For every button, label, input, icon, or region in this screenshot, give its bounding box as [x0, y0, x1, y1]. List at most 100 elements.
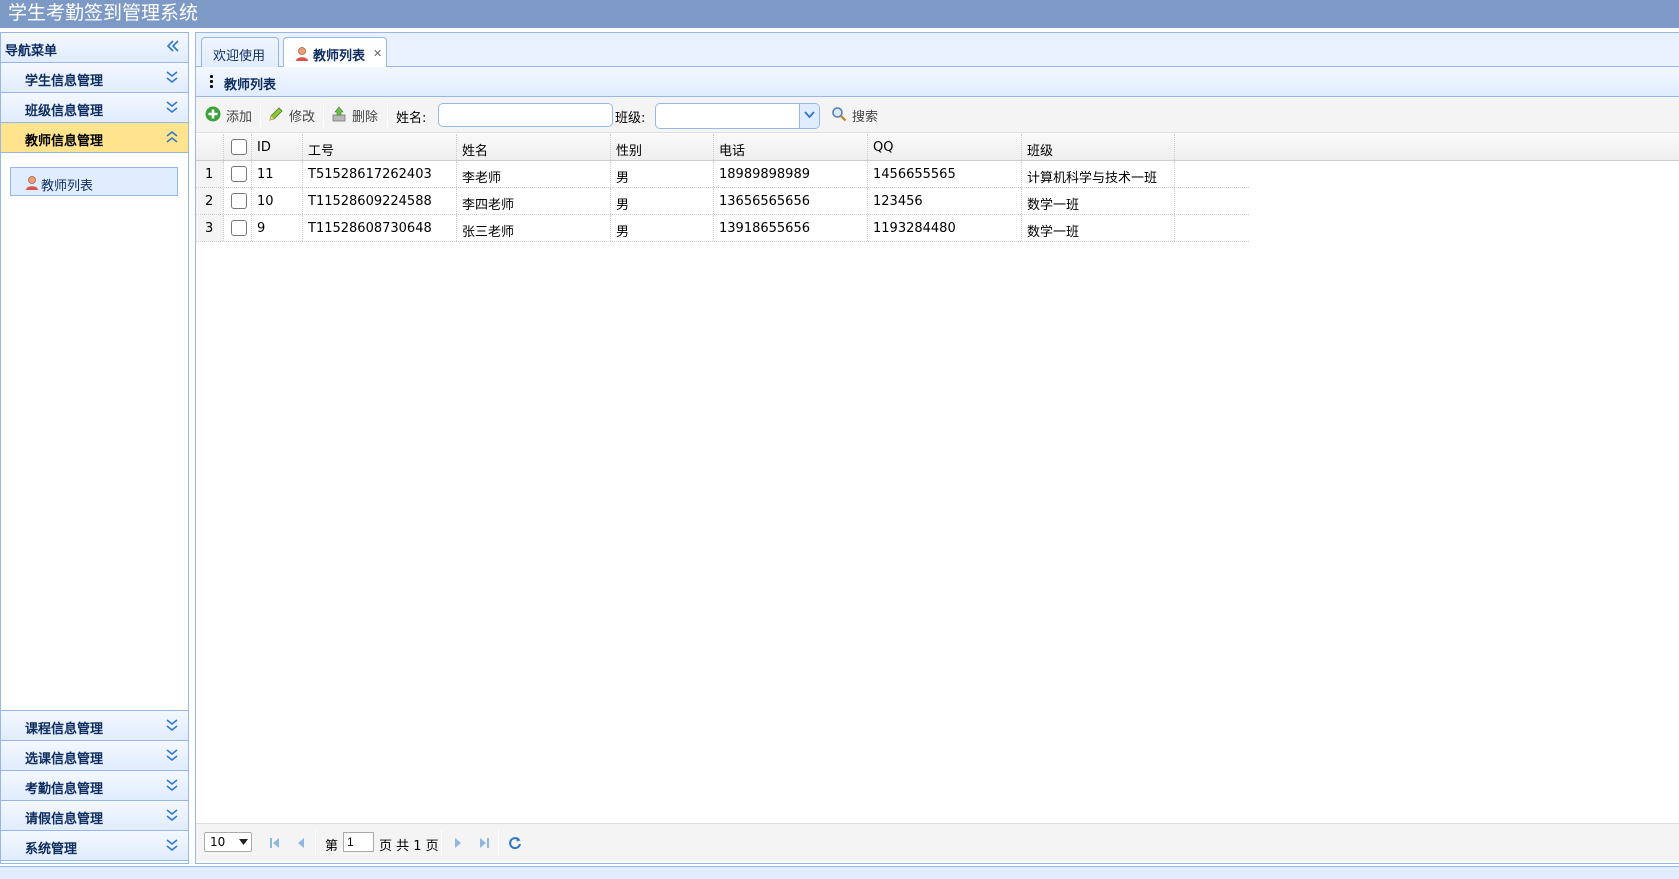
app-header: 学生考勤签到管理系统	[0, 0, 1679, 28]
name-label: 姓名:	[396, 111, 427, 126]
class-select[interactable]	[655, 103, 820, 129]
name-input[interactable]	[438, 103, 613, 127]
table-cell: 男	[611, 161, 714, 187]
menu-selection-info[interactable]: 选课信息管理	[1, 741, 188, 771]
delete-icon	[332, 106, 346, 122]
menu-label: 教师信息管理	[25, 134, 104, 149]
menu-system[interactable]: 系统管理	[1, 831, 188, 861]
search-icon	[832, 107, 847, 122]
edit-icon	[269, 107, 283, 121]
select-all-checkbox[interactable]	[231, 139, 247, 155]
table-row[interactable]: 2 10 T11528609224588 李四老师 男 13656565656 …	[196, 188, 1249, 215]
refresh-icon[interactable]	[508, 836, 522, 850]
table-cell: 18989898989	[714, 161, 868, 187]
teacher-menu-body: 教师列表	[1, 153, 188, 711]
double-chevron-left-icon[interactable]	[166, 39, 180, 56]
table-cell: 数学一班	[1022, 188, 1175, 214]
table-cell: T51528617262403	[303, 161, 457, 187]
row-checkbox[interactable]	[231, 220, 247, 236]
close-icon[interactable]: ✕	[373, 47, 382, 60]
table-cell: 1193284480	[868, 215, 1022, 241]
panel-header: 教师列表	[196, 67, 1679, 97]
table-cell: 123456	[868, 188, 1022, 214]
menu-student-info[interactable]: 学生信息管理	[1, 63, 188, 93]
chevron-down-icon	[239, 839, 248, 845]
search-label: 搜索	[852, 110, 879, 125]
delete-label: 删除	[352, 110, 379, 125]
menu-label: 请假信息管理	[25, 812, 104, 827]
menu-teacher-info[interactable]: 教师信息管理	[1, 123, 188, 153]
table-cell: 计算机科学与技术一班	[1022, 161, 1175, 187]
row-number: 3	[196, 215, 224, 241]
page-size-select[interactable]: 10	[204, 832, 252, 852]
column-header[interactable]: 姓名	[457, 134, 611, 160]
table-cell: 数学一班	[1022, 215, 1175, 241]
first-page-icon[interactable]	[268, 836, 282, 850]
user-icon	[26, 176, 38, 190]
page-prefix: 第	[325, 839, 339, 854]
page-total-text: 页 共 1 页	[379, 839, 439, 854]
table-cell: T11528608730648	[303, 215, 457, 241]
column-header[interactable]: ID	[252, 134, 303, 160]
column-header[interactable]: 性别	[611, 134, 714, 160]
tree-item-label: 教师列表	[41, 179, 94, 194]
search-button[interactable]: 搜索	[831, 104, 885, 126]
toolbar: 添加 修改 删除 姓名: 班级: 搜索	[196, 97, 1679, 133]
table-row[interactable]: 3 9 T11528608730648 张三老师 男 13918655656 1…	[196, 215, 1249, 242]
double-chevron-down-icon	[166, 101, 178, 113]
main-content: 欢迎使用 教师列表 ✕ 教师列表 添加 修改 删除 姓名: 班级: 搜索 ID …	[195, 32, 1679, 864]
table-cell: 李老师	[457, 161, 611, 187]
table-cell: 13656565656	[714, 188, 868, 214]
prev-page-icon[interactable]	[294, 836, 308, 850]
row-number: 1	[196, 161, 224, 187]
table-cell: 张三老师	[457, 215, 611, 241]
table-cell: 10	[252, 188, 303, 214]
menu-label: 选课信息管理	[25, 752, 104, 767]
teacher-table: ID 工号 姓名 性别 电话 QQ 班级 1 11 T5152861726240…	[196, 134, 1679, 242]
pagination-bar: 10 第 页 共 1 页	[196, 823, 1679, 861]
menu-label: 学生信息管理	[25, 74, 104, 89]
tab-label: 欢迎使用	[213, 49, 266, 64]
column-header[interactable]: 工号	[303, 134, 457, 160]
page-number-input[interactable]	[343, 832, 374, 852]
menu-label: 考勤信息管理	[25, 782, 104, 797]
tab-welcome[interactable]: 欢迎使用	[201, 37, 279, 67]
sidebar-title: 导航菜单	[5, 44, 58, 59]
table-cell: 男	[611, 215, 714, 241]
next-page-icon[interactable]	[451, 836, 465, 850]
class-label: 班级:	[615, 111, 646, 126]
drag-handle-icon	[210, 75, 213, 90]
user-icon	[296, 47, 308, 61]
double-chevron-down-icon	[166, 839, 178, 851]
menu-attendance-info[interactable]: 考勤信息管理	[1, 771, 188, 801]
menu-label: 班级信息管理	[25, 104, 104, 119]
tab-teacher-list[interactable]: 教师列表 ✕	[283, 37, 387, 68]
sidebar-header: 导航菜单	[1, 33, 188, 63]
menu-label: 系统管理	[25, 842, 78, 857]
tree-item-teacher-list[interactable]: 教师列表	[10, 167, 178, 196]
double-chevron-up-icon	[166, 131, 178, 143]
menu-class-info[interactable]: 班级信息管理	[1, 93, 188, 123]
add-icon	[205, 106, 221, 122]
sidebar: 导航菜单 学生信息管理 班级信息管理 教师信息管理 教师列表 课程信息管理 选课…	[0, 32, 189, 864]
last-page-icon[interactable]	[477, 836, 491, 850]
tab-label: 教师列表	[313, 49, 366, 64]
add-label: 添加	[226, 110, 253, 125]
table-header: ID 工号 姓名 性别 电话 QQ 班级	[196, 134, 1679, 161]
row-checkbox[interactable]	[231, 166, 247, 182]
edit-button[interactable]: 修改	[268, 104, 318, 126]
menu-leave-info[interactable]: 请假信息管理	[1, 801, 188, 831]
chevron-down-icon[interactable]	[799, 104, 819, 128]
column-header[interactable]: 班级	[1022, 134, 1175, 160]
tab-bar: 欢迎使用 教师列表 ✕	[196, 33, 1679, 68]
table-row[interactable]: 1 11 T51528617262403 李老师 男 18989898989 1…	[196, 161, 1249, 188]
row-checkbox[interactable]	[231, 193, 247, 209]
menu-course-info[interactable]: 课程信息管理	[1, 711, 188, 741]
table-cell: 1456655565	[868, 161, 1022, 187]
column-header[interactable]: 电话	[714, 134, 868, 160]
add-button[interactable]: 添加	[205, 104, 255, 126]
column-header[interactable]: QQ	[868, 134, 1022, 160]
double-chevron-down-icon	[166, 779, 178, 791]
delete-button[interactable]: 删除	[331, 104, 381, 126]
select-all-cell	[224, 134, 252, 160]
